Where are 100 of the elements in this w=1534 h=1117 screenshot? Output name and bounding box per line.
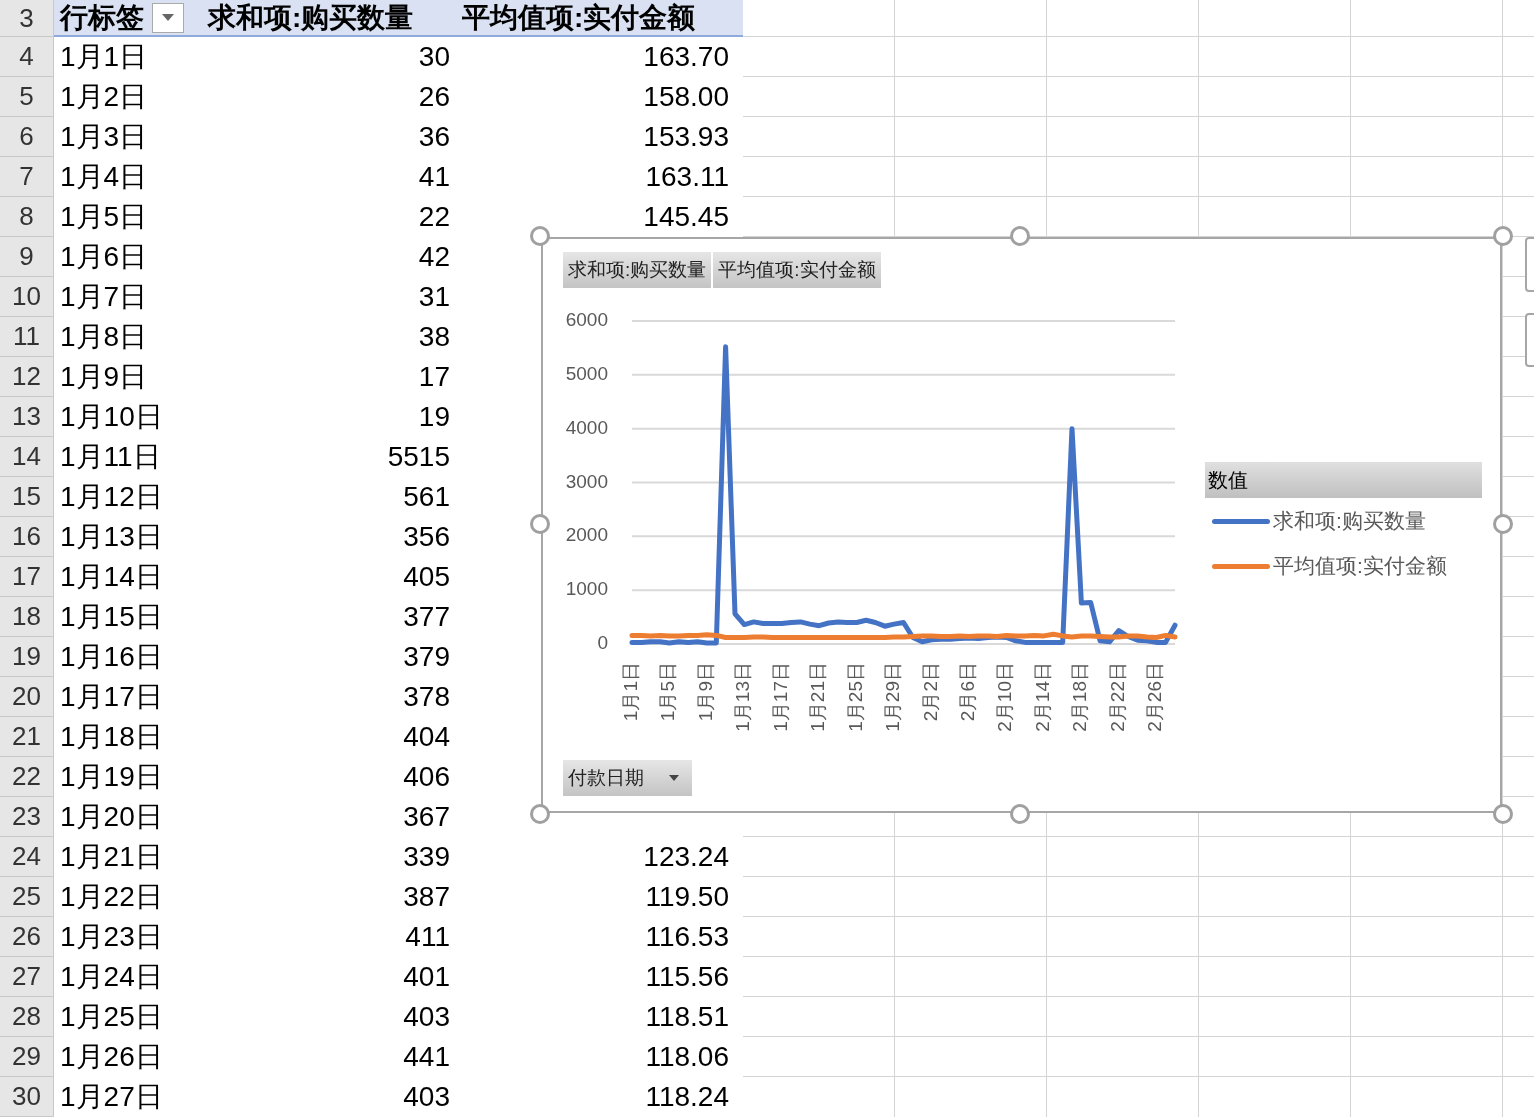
table-cell-text: 1月8日 [60,320,148,354]
field-button[interactable]: 付款日期 [563,760,692,796]
resize-handle[interactable] [1493,804,1513,824]
row-number[interactable]: 23 [0,797,54,837]
row-number[interactable]: 22 [0,757,54,797]
table-cell-text: 411 [405,920,450,954]
table-cell-text: 41 [418,160,450,194]
row-number[interactable]: 26 [0,917,54,957]
field-button[interactable]: 求和项:购买数量 [563,252,712,288]
table-cell-text: 22 [418,200,450,234]
axis-label: 2月6日 [957,662,979,722]
resize-handle[interactable] [530,514,550,534]
resize-handle[interactable] [530,804,550,824]
resize-handle[interactable] [1010,804,1030,824]
row-number[interactable]: 15 [0,477,54,517]
row-number[interactable]: 7 [0,157,54,197]
table-cell-text: 404 [403,720,450,754]
row-number[interactable]: 16 [0,517,54,557]
table-cell-text: 1月4日 [60,160,148,194]
axis-label: 2月2日 [919,662,941,722]
row-number[interactable]: 4 [0,37,54,77]
table-cell-text: 1月16日 [60,640,163,674]
table-cell-text: 403 [403,1080,450,1114]
row-number[interactable]: 17 [0,557,54,597]
row-number[interactable]: 30 [0,1077,54,1117]
row-number[interactable]: 29 [0,1037,54,1077]
row-number[interactable]: 9 [0,237,54,277]
axis-label: 2月18日 [1069,662,1091,732]
table-cell-text: 118.24 [645,1080,729,1114]
row-number[interactable]: 18 [0,597,54,637]
table-cell-text: 163.70 [643,40,729,74]
table-cell-text: 1月27日 [60,1080,163,1114]
filter-dropdown-button[interactable] [152,2,184,33]
table-cell-text: 1月15日 [60,600,163,634]
row-number[interactable]: 11 [0,317,54,357]
axis-label: 2000 [565,524,608,546]
table-cell-text: 119.50 [645,880,729,914]
table-cell-text: 377 [403,600,450,634]
axis-label: 2月22日 [1106,662,1128,732]
column-header: 行标签 [60,0,144,35]
row-number[interactable]: 13 [0,397,54,437]
row-number[interactable]: 27 [0,957,54,997]
chart-area[interactable]: 0 1000 2000 3000 4000 5000 6000 1月1日 1月5日 1月9日 1月13日 1月17日 1月21日 1月25日 1月29日 2月2日 2月6日 2月10日 2月14日 2月18日 2月22日 2月26日 求和项:购买数量 平均值项:实付金额 付款日期 数值 求和项:购买数量 平均值项:实付金额 [541,237,1502,813]
row-number[interactable]: 25 [0,877,54,917]
table-cell-text: 1月19日 [60,760,163,794]
field-button[interactable]: 平均值项:实付金额 [713,252,881,288]
axis-label: 3000 [565,470,608,492]
table-cell-text: 405 [403,560,450,594]
resize-handle[interactable] [1493,514,1513,534]
table-cell-text: 1月22日 [60,880,163,914]
axis-label: 0 [597,632,608,653]
table-cell-text: 19 [418,400,450,434]
table-cell-text: 1月5日 [60,200,148,234]
axis-label: 1月21日 [807,662,829,732]
table-cell-text: 441 [403,1040,450,1074]
table-cell-text: 42 [418,240,450,274]
resize-handle[interactable] [1010,226,1030,246]
table-cell-text: 36 [418,120,450,154]
table-cell-text: 339 [403,840,450,874]
row-number[interactable]: 28 [0,997,54,1037]
table-cell-text: 145.45 [643,200,729,234]
row-number[interactable]: 3 [0,0,54,37]
row-number[interactable]: 24 [0,837,54,877]
axis-label: 2月26日 [1144,662,1166,732]
row-number[interactable]: 8 [0,197,54,237]
row-number[interactable]: 20 [0,677,54,717]
table-cell-text: 153.93 [643,120,729,154]
row-number[interactable]: 21 [0,717,54,757]
table-cell-text: 1月23日 [60,920,163,954]
row-number[interactable]: 14 [0,437,54,477]
table-cell-text: 1月20日 [60,800,163,834]
resize-handle[interactable] [1493,226,1513,246]
table-cell-text: 1月25日 [60,1000,163,1034]
row-number[interactable]: 6 [0,117,54,157]
table-cell-text: 1月21日 [60,840,163,874]
table-cell-text: 115.56 [645,960,729,994]
row-number[interactable]: 5 [0,77,54,117]
axis-label: 1月13日 [732,662,754,732]
resize-handle[interactable] [530,226,550,246]
table-cell-text: 379 [403,640,450,674]
column-header: 求和项:购买数量 [208,0,414,35]
caret-icon [162,14,174,21]
caret-icon [669,775,679,781]
table-cell-text: 118.06 [645,1040,729,1074]
row-number[interactable]: 10 [0,277,54,317]
axis-label: 1月17日 [769,662,791,732]
axis-label: 1月29日 [882,662,904,732]
table-cell-text: 1月2日 [60,80,148,114]
table-cell-text: 1月17日 [60,680,163,714]
table-cell-text: 30 [418,40,450,74]
table-cell-text: 163.11 [645,160,729,194]
row-number[interactable]: 19 [0,637,54,677]
table-cell-text: 116.53 [645,920,729,954]
table-cell-text: 31 [418,280,450,314]
table-cell-text: 1月24日 [60,960,163,994]
axis-label: 1000 [565,578,608,600]
table-cell-text: 1月14日 [60,560,163,594]
table-cell-text: 401 [403,960,450,994]
row-number[interactable]: 12 [0,357,54,397]
legend-title: 数值 [1205,462,1482,498]
